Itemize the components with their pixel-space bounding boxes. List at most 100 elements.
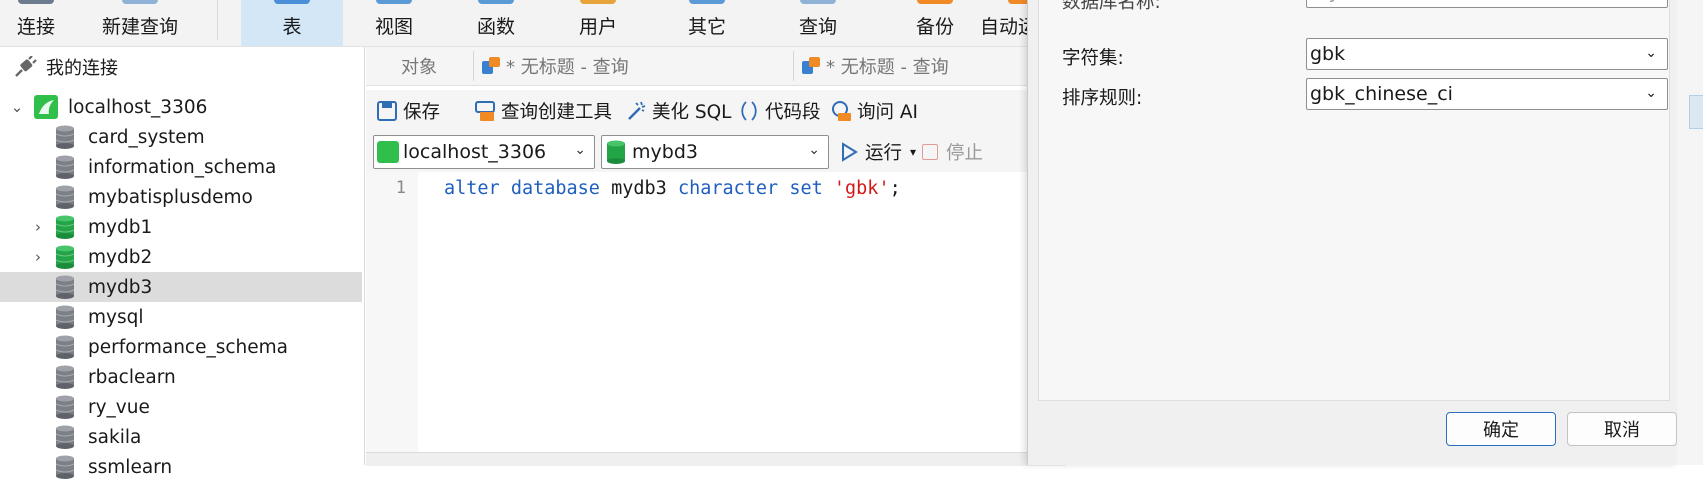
background-panel-stub <box>1689 95 1703 129</box>
dialog-form-panel: 数据库名称: mydb3 字符集: gbk ⌄ 排序规则: gbk_chines… <box>1038 0 1670 401</box>
save-icon <box>377 101 397 121</box>
database-select-value: mybd3 <box>632 141 698 163</box>
plug-icon <box>15 56 37 77</box>
backup-icon <box>917 0 953 4</box>
ok-button[interactable]: 确定 <box>1446 412 1556 446</box>
toolbar-user-button[interactable]: 用户 <box>554 0 642 46</box>
tree-item-database[interactable]: ry_vue <box>0 392 362 422</box>
parentheses-icon <box>741 101 757 121</box>
tab-objects-label: 对象 <box>401 57 437 78</box>
db-name-label: 数据库名称: <box>1062 0 1161 13</box>
save-label: 保存 <box>403 102 441 123</box>
database-icon <box>55 395 75 419</box>
connection-sidebar: 我的连接 ⌄ localhost_3306 card_systeminforma… <box>0 47 365 479</box>
charset-select[interactable]: gbk ⌄ <box>1306 38 1668 70</box>
beautify-sql-button[interactable]: 美化 SQL <box>625 96 732 126</box>
stop-button[interactable]: 停止 <box>922 137 983 167</box>
tree-item-database[interactable]: mybatisplusdemo <box>0 182 362 212</box>
code-terminator: ; <box>889 178 901 199</box>
toolbar-backup-button[interactable]: 备份 <box>891 0 979 46</box>
database-select[interactable]: mybd3 ⌄ <box>601 135 829 169</box>
database-icon <box>55 185 75 209</box>
run-dropdown-icon[interactable]: ▾ <box>910 145 916 159</box>
tab-query-2[interactable]: * 无标题 - 查询 <box>800 47 949 85</box>
chevron-right-icon[interactable]: › <box>31 220 45 235</box>
tree-item-database[interactable]: mysql <box>0 302 362 332</box>
chevron-down-icon: ⌄ <box>808 142 820 158</box>
toolbar-connect-button[interactable]: 连接 <box>0 0 72 46</box>
database-label: mysql <box>88 306 144 328</box>
connection-select[interactable]: localhost_3306 ⌄ <box>373 135 595 169</box>
chevron-right-icon[interactable]: › <box>31 250 45 265</box>
query-icon <box>800 0 836 4</box>
new-query-icon <box>122 0 158 4</box>
tree-item-database[interactable]: information_schema <box>0 152 362 182</box>
tab-divider <box>793 51 794 81</box>
query-builder-button[interactable]: 查询创建工具 <box>474 96 612 126</box>
toolbar-view-label: 视图 <box>374 16 413 38</box>
tree-item-connection[interactable]: ⌄ localhost_3306 <box>0 92 362 122</box>
tab-query-1[interactable]: * 无标题 - 查询 <box>480 47 629 85</box>
database-label: ssmlearn <box>88 456 173 478</box>
tab-objects[interactable]: 对象 <box>401 47 437 85</box>
run-label: 运行 <box>865 143 903 164</box>
cancel-label: 取消 <box>1604 420 1640 441</box>
other-icon <box>689 0 725 4</box>
cancel-button[interactable]: 取消 <box>1567 412 1677 446</box>
toolbar-view-button[interactable]: 视图 <box>350 0 438 46</box>
collation-label: 排序规则: <box>1062 88 1143 109</box>
database-label: mydb2 <box>88 246 153 268</box>
query-builder-icon <box>475 101 495 121</box>
database-icon <box>55 455 75 479</box>
connection-select-value: localhost_3306 <box>403 141 547 163</box>
tree-item-database[interactable]: card_system <box>0 122 362 152</box>
toolbar-new-query-button[interactable]: 新建查询 <box>90 0 190 46</box>
my-connections-header[interactable]: 我的连接 <box>12 53 118 81</box>
toolbar-table-button[interactable]: 表 <box>241 0 343 46</box>
tab-bar: 对象 * 无标题 - 查询 * 无标题 - 查询 <box>366 47 1066 86</box>
tree-item-database[interactable]: › mydb1 <box>0 212 362 242</box>
database-icon <box>55 365 75 389</box>
db-name-field[interactable]: mydb3 <box>1306 0 1668 8</box>
chevron-down-icon[interactable]: ⌄ <box>10 100 24 115</box>
collation-select[interactable]: gbk_chinese_ci ⌄ <box>1306 78 1668 110</box>
query-tab-icon <box>802 57 820 74</box>
sql-editor[interactable]: 1 alter database mydb3 character set 'gb… <box>366 172 1066 452</box>
connect-icon <box>18 0 54 4</box>
toolbar-function-button[interactable]: 函数 <box>452 0 540 46</box>
function-icon <box>478 0 514 4</box>
code-keyword-database: database <box>510 178 600 199</box>
code-snippet-button[interactable]: 代码段 <box>738 96 821 126</box>
save-button[interactable]: 保存 <box>376 96 440 126</box>
tree-item-database[interactable]: rbaclearn <box>0 362 362 392</box>
tree-item-database[interactable]: › mydb2 <box>0 242 362 272</box>
database-icon <box>55 305 75 329</box>
database-label: sakila <box>88 426 142 448</box>
sql-code-line[interactable]: alter database mydb3 character set 'gbk'… <box>444 178 901 199</box>
magic-wand-icon <box>628 101 646 120</box>
toolbar-divider <box>217 0 218 40</box>
run-button[interactable]: 运行 ▾ <box>838 137 916 167</box>
code-string: 'gbk' <box>833 178 890 199</box>
tree-item-database[interactable]: sakila <box>0 422 362 452</box>
connection-label: localhost_3306 <box>68 96 208 118</box>
toolbar-query-label: 查询 <box>798 16 837 38</box>
database-label: card_system <box>88 126 205 148</box>
tree-item-database[interactable]: ssmlearn <box>0 452 362 482</box>
database-label: rbaclearn <box>88 366 176 388</box>
background-window-edge <box>1677 0 1703 465</box>
toolbar-backup-label: 备份 <box>915 16 954 38</box>
toolbar-new-query-label: 新建查询 <box>101 16 178 38</box>
toolbar-other-button[interactable]: 其它 <box>663 0 751 46</box>
code-keyword-character: character <box>677 178 779 199</box>
database-label: mydb3 <box>88 276 153 298</box>
toolbar-query-button[interactable]: 查询 <box>774 0 862 46</box>
tree-item-database[interactable]: performance_schema <box>0 332 362 362</box>
ask-ai-button[interactable]: 询问 AI <box>830 96 918 126</box>
connection-icon <box>377 141 399 163</box>
database-label: information_schema <box>88 156 277 178</box>
query-toolbar: 保存 查询创建工具 美化 SQL 代码段 询问 AI <box>366 90 1066 132</box>
view-icon <box>376 0 412 4</box>
chevron-down-icon: ⌄ <box>1645 45 1657 61</box>
tree-item-database[interactable]: mydb3 <box>0 272 362 302</box>
